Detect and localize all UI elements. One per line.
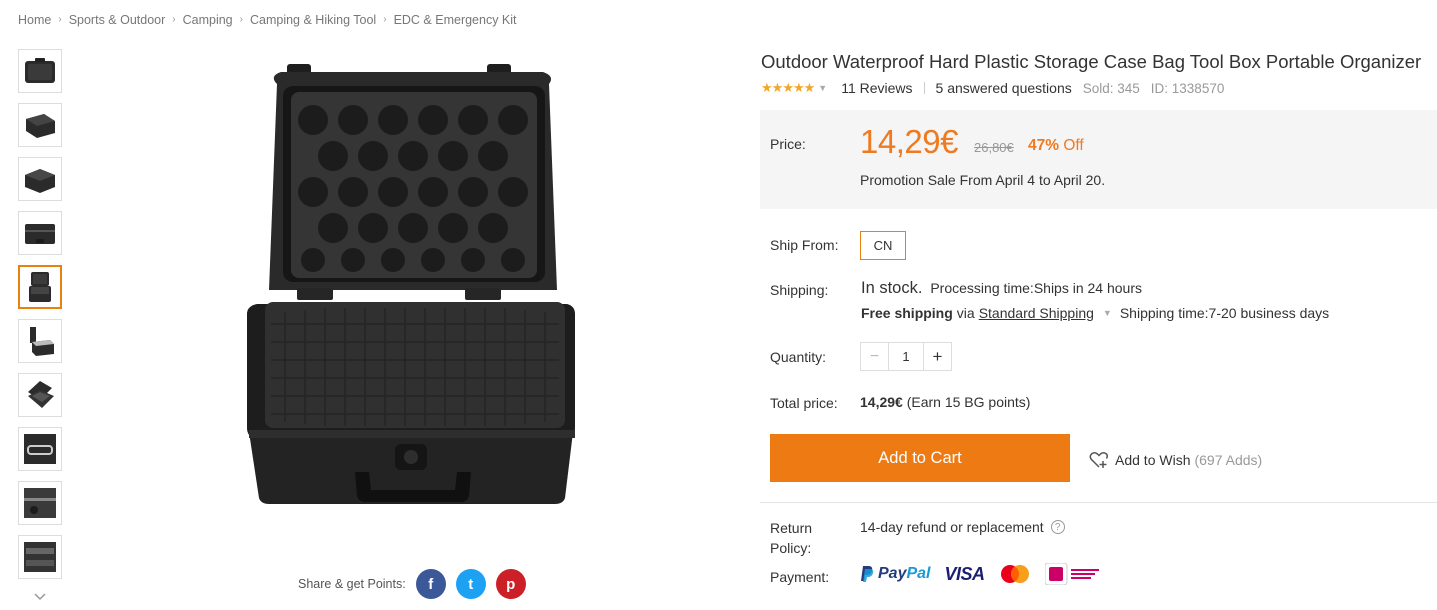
- add-to-wish-label: Add to Wish: [1115, 452, 1191, 468]
- case-open-image: [29, 272, 51, 302]
- shipping-time: Shipping time:7-20 business days: [1119, 305, 1330, 321]
- payment-methods: Pay Pal VISA: [860, 563, 1115, 585]
- thumbnail-2[interactable]: [18, 103, 62, 147]
- twitter-icon[interactable]: t: [455, 569, 486, 599]
- processing-time: Processing time:Ships in 24 hours: [930, 280, 1143, 296]
- chevron-right-icon: ›: [383, 13, 387, 25]
- breadcrumb-sports-outdoor[interactable]: Sports & Outdoor: [69, 13, 166, 27]
- sold-count: Sold: 345: [1082, 80, 1140, 96]
- product-title: Outdoor Waterproof Hard Plastic Storage …: [761, 51, 1422, 72]
- pinterest-icon[interactable]: p: [495, 569, 526, 599]
- heart-icon: [1089, 452, 1108, 468]
- original-price: 26,80€: [974, 140, 1014, 155]
- breadcrumb-edc-emergency-kit[interactable]: EDC & Emergency Kit: [394, 13, 517, 27]
- answered-questions-link[interactable]: 5 answered questions: [936, 80, 1072, 96]
- share-bar: Share & get Points: f t p: [298, 569, 536, 599]
- via-text: via: [956, 305, 975, 321]
- wish-count: (697 Adds): [1194, 452, 1263, 468]
- star-icon: ★: [761, 80, 773, 95]
- free-shipping-text: Free shipping: [861, 305, 953, 321]
- caret-down-icon[interactable]: ▼: [1103, 308, 1112, 318]
- star-icon: ★: [771, 80, 784, 95]
- quantity-decrease-button[interactable]: −: [861, 343, 889, 370]
- chevron-down-icon[interactable]: [33, 590, 47, 604]
- total-price-label: Total price:: [770, 395, 838, 411]
- case-detail-image: [24, 488, 56, 518]
- thumbnail-10[interactable]: [18, 535, 62, 579]
- chevron-right-icon: ›: [239, 13, 243, 25]
- paypal-logo: Pay Pal: [860, 565, 930, 583]
- breadcrumb-camping-hiking-tool[interactable]: Camping & Hiking Tool: [250, 13, 376, 27]
- shipping-label: Shipping:: [770, 282, 829, 298]
- add-to-cart-button[interactable]: Add to Cart: [770, 434, 1070, 482]
- breadcrumb-home[interactable]: Home: [18, 13, 51, 27]
- in-stock-text: In stock.: [861, 279, 923, 297]
- total-price-value: 14,29€: [860, 394, 903, 410]
- payment-label: Payment:: [770, 569, 830, 585]
- chevron-right-icon: ›: [172, 13, 176, 25]
- thumbnail-7[interactable]: [18, 373, 62, 417]
- bg-points: (Earn 15 BG points): [906, 394, 1031, 410]
- promotion-text: Promotion Sale From April 4 to April 20.: [860, 172, 1106, 188]
- star-rating[interactable]: ★★★★★: [761, 80, 816, 96]
- mastercard-logo: [999, 564, 1031, 584]
- thumbnail-3[interactable]: [18, 157, 62, 201]
- breadcrumb: Home › Sports & Outdoor › Camping › Camp…: [18, 13, 517, 27]
- case-front-image: [25, 224, 55, 244]
- thumbnail-9[interactable]: [18, 481, 62, 525]
- quantity-label: Quantity:: [770, 349, 827, 365]
- product-meta: ★★★★★ ▼ 11 Reviews 5 answered questions …: [761, 80, 1224, 96]
- visa-logo: VISA: [944, 563, 985, 584]
- share-label: Share & get Points:: [298, 577, 406, 591]
- thumbnail-list: [18, 49, 62, 589]
- discount-percent: 47%: [1028, 137, 1060, 154]
- ship-from-label: Ship From:: [770, 237, 839, 253]
- total-price: 14,29€ (Earn 15 BG points): [860, 394, 1030, 410]
- case-open-top-image: [28, 381, 54, 408]
- thumbnail-5[interactable]: [18, 265, 62, 309]
- price-label: Price:: [770, 136, 806, 152]
- discount-word: Off: [1063, 137, 1084, 154]
- help-icon[interactable]: ?: [1050, 520, 1065, 534]
- discount-badge: 47% Off: [1028, 137, 1084, 155]
- meta-divider: [923, 82, 925, 94]
- breadcrumb-camping[interactable]: Camping: [183, 13, 233, 27]
- case-side-image: [25, 169, 55, 193]
- star-icon: ★: [803, 80, 816, 95]
- thumbnail-6[interactable]: [18, 319, 62, 363]
- shipping-method: Free shipping via Standard Shipping ▼ Sh…: [861, 305, 1329, 321]
- quantity-increase-button[interactable]: +: [923, 343, 951, 370]
- return-policy-label: Return Policy:: [770, 520, 813, 556]
- facebook-icon[interactable]: f: [415, 569, 446, 599]
- price-box: Price: 14,29€ 26,80€ 47% Off Promotion S…: [760, 110, 1437, 209]
- add-to-wish-button[interactable]: Add to Wish (697 Adds): [1089, 451, 1262, 469]
- thumbnail-1[interactable]: [18, 49, 62, 93]
- return-policy: 14-day refund or replacement ?: [860, 519, 1065, 535]
- section-divider: [760, 502, 1437, 503]
- case-latch-image: [24, 542, 56, 572]
- case-closed-image: [25, 58, 55, 83]
- reviews-link[interactable]: 11 Reviews: [841, 80, 912, 96]
- stock-status: In stock. Processing time:Ships in 24 ho…: [861, 279, 1142, 298]
- current-price: 14,29€: [860, 123, 958, 160]
- case-handle-image: [24, 434, 56, 464]
- thumbnail-4[interactable]: [18, 211, 62, 255]
- star-icon: ★: [782, 80, 794, 95]
- case-angle-image: [26, 114, 55, 138]
- caret-down-icon[interactable]: ▼: [818, 83, 827, 93]
- product-id: ID: 1338570: [1150, 80, 1225, 96]
- star-icon: ★: [792, 80, 805, 95]
- quantity-stepper: − 1 +: [860, 342, 952, 371]
- ideal-logo: [1044, 563, 1101, 585]
- quantity-input[interactable]: 1: [889, 349, 923, 364]
- standard-shipping-link[interactable]: Standard Shipping: [979, 305, 1094, 321]
- paypal-icon: [861, 566, 874, 582]
- chevron-right-icon: ›: [58, 13, 62, 25]
- case-open-side-image: [30, 327, 54, 356]
- return-policy-text: 14-day refund or replacement: [860, 519, 1044, 535]
- main-product-image[interactable]: [225, 52, 600, 522]
- ship-from-option-cn[interactable]: CN: [860, 231, 906, 260]
- thumbnail-8[interactable]: [18, 427, 62, 471]
